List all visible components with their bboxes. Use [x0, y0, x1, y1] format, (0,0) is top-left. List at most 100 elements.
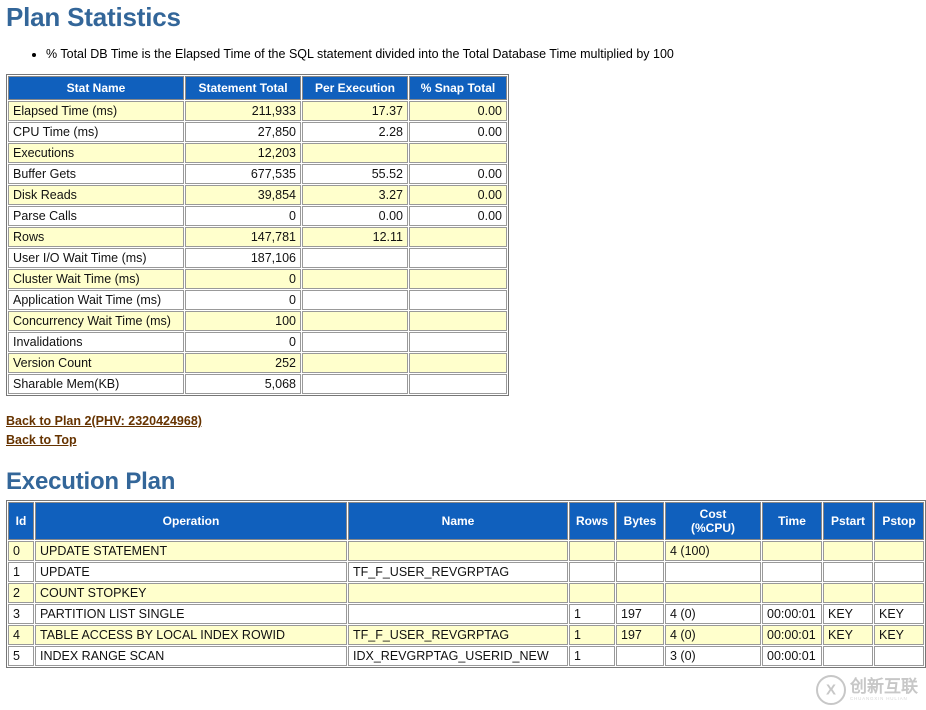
pct-snap-total: 0.00: [409, 206, 507, 226]
stat-name: Parse Calls: [8, 206, 184, 226]
plan-cost: 4 (100): [665, 541, 761, 561]
stat-name: Cluster Wait Time (ms): [8, 269, 184, 289]
pct-snap-total: [409, 290, 507, 310]
column-header-operation: Operation: [35, 502, 347, 540]
column-header-id: Id: [8, 502, 34, 540]
plan-cost: 4 (0): [665, 625, 761, 645]
per-execution: [302, 143, 408, 163]
link-back-to-plan[interactable]: Back to Plan 2(PHV: 2320424968): [6, 412, 926, 431]
plan-name: [348, 583, 568, 603]
pct-snap-total: 0.00: [409, 164, 507, 184]
table-row: 0 UPDATE STATEMENT 4 (100): [8, 541, 924, 561]
plan-cost: 3 (0): [665, 646, 761, 666]
table-row: 2 COUNT STOPKEY: [8, 583, 924, 603]
table-row: Version Count 252: [8, 353, 507, 373]
stat-name: Rows: [8, 227, 184, 247]
pct-snap-total: [409, 332, 507, 352]
plan-pstart: [823, 562, 873, 582]
plan-cost: [665, 562, 761, 582]
column-header-pstop: Pstop: [874, 502, 924, 540]
plan-bytes: 197: [616, 625, 664, 645]
table-row: 5 INDEX RANGE SCAN IDX_REVGRPTAG_USERID_…: [8, 646, 924, 666]
plan-rows: [569, 562, 615, 582]
table-row: Concurrency Wait Time (ms) 100: [8, 311, 507, 331]
stat-name: Application Wait Time (ms): [8, 290, 184, 310]
table-header-row: Id Operation Name Rows Bytes Cost (%CPU)…: [8, 502, 924, 540]
pct-snap-total: [409, 374, 507, 394]
table-row: Disk Reads 39,854 3.27 0.00: [8, 185, 507, 205]
statement-total: 187,106: [185, 248, 301, 268]
table-row: Executions 12,203: [8, 143, 507, 163]
stat-name: CPU Time (ms): [8, 122, 184, 142]
plan-name: [348, 541, 568, 561]
column-header-time: Time: [762, 502, 822, 540]
plan-bytes: 197: [616, 604, 664, 624]
site-watermark: 创新互联 CHUANGXIN HULIAN: [816, 668, 926, 710]
table-row: Buffer Gets 677,535 55.52 0.00: [8, 164, 507, 184]
column-header-bytes: Bytes: [616, 502, 664, 540]
plan-id: 2: [8, 583, 34, 603]
link-back-to-top[interactable]: Back to Top: [6, 431, 926, 450]
per-execution: 12.11: [302, 227, 408, 247]
statement-total: 0: [185, 269, 301, 289]
stat-name: Invalidations: [8, 332, 184, 352]
table-row: Sharable Mem(KB) 5,068: [8, 374, 507, 394]
table-row: 4 TABLE ACCESS BY LOCAL INDEX ROWID TF_F…: [8, 625, 924, 645]
plan-name: [348, 604, 568, 624]
plan-operation: INDEX RANGE SCAN: [35, 646, 347, 666]
per-execution: 17.37: [302, 101, 408, 121]
table-row: 3 PARTITION LIST SINGLE 1 197 4 (0) 00:0…: [8, 604, 924, 624]
pct-snap-total: [409, 227, 507, 247]
statement-total: 0: [185, 206, 301, 226]
per-execution: [302, 248, 408, 268]
statement-total: 677,535: [185, 164, 301, 184]
plan-pstart: [823, 646, 873, 666]
watermark-subtext: CHUANGXIN HULIAN: [850, 695, 908, 701]
pct-snap-total: 0.00: [409, 101, 507, 121]
stat-name: User I/O Wait Time (ms): [8, 248, 184, 268]
statement-total: 27,850: [185, 122, 301, 142]
stat-name: Executions: [8, 143, 184, 163]
plan-time: [762, 562, 822, 582]
plan-time: [762, 583, 822, 603]
statement-total: 147,781: [185, 227, 301, 247]
statement-total: 5,068: [185, 374, 301, 394]
column-header-name: Name: [348, 502, 568, 540]
plan-pstop: KEY: [874, 604, 924, 624]
per-execution: 0.00: [302, 206, 408, 226]
pct-snap-total: [409, 269, 507, 289]
plan-operation: UPDATE: [35, 562, 347, 582]
plan-name: IDX_REVGRPTAG_USERID_NEW: [348, 646, 568, 666]
per-execution: [302, 332, 408, 352]
plan-id: 3: [8, 604, 34, 624]
table-row: CPU Time (ms) 27,850 2.28 0.00: [8, 122, 507, 142]
statement-total: 211,933: [185, 101, 301, 121]
statement-total: 0: [185, 332, 301, 352]
plan-pstart: KEY: [823, 625, 873, 645]
plan-pstop: [874, 541, 924, 561]
plan-rows: 1: [569, 625, 615, 645]
stat-name: Concurrency Wait Time (ms): [8, 311, 184, 331]
plan-rows: 1: [569, 604, 615, 624]
per-execution: [302, 269, 408, 289]
plan-rows: [569, 541, 615, 561]
stat-name: Buffer Gets: [8, 164, 184, 184]
plan-name: TF_F_USER_REVGRPTAG: [348, 625, 568, 645]
column-header-pct-snap-total: % Snap Total: [409, 76, 507, 100]
cost-label-line2: (%CPU): [691, 521, 735, 535]
table-row: 1 UPDATE TF_F_USER_REVGRPTAG: [8, 562, 924, 582]
plan-bytes: [616, 562, 664, 582]
plan-pstart: [823, 583, 873, 603]
plan-operation: COUNT STOPKEY: [35, 583, 347, 603]
navigation-links: Back to Plan 2(PHV: 2320424968) Back to …: [6, 412, 926, 450]
plan-cost: 4 (0): [665, 604, 761, 624]
pct-snap-total: 0.00: [409, 185, 507, 205]
statement-total: 0: [185, 290, 301, 310]
stat-name: Disk Reads: [8, 185, 184, 205]
stat-name: Version Count: [8, 353, 184, 373]
pct-snap-total: 0.00: [409, 122, 507, 142]
column-header-pstart: Pstart: [823, 502, 873, 540]
circle-x-logo-icon: [816, 675, 846, 705]
note-item: % Total DB Time is the Elapsed Time of t…: [46, 47, 926, 62]
plan-bytes: [616, 583, 664, 603]
